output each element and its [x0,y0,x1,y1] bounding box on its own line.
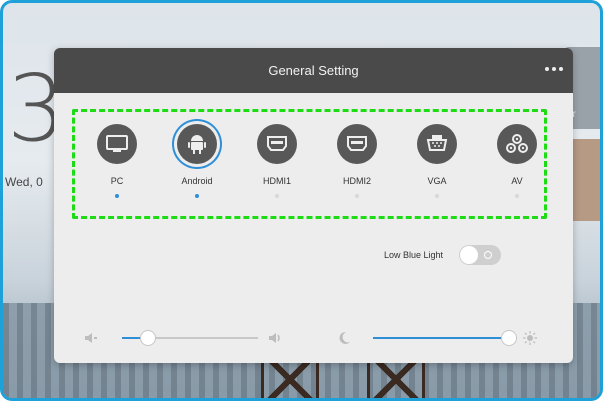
source-hdmi1[interactable]: HDMI1 [242,124,312,198]
volume-slider-row [84,328,294,348]
low-blue-light-row: Low Blue Light [384,245,502,265]
input-source-selector: PC Android HDMI1 HDMI2 VGA AV [72,109,547,219]
source-label: Android [181,176,213,186]
source-label: VGA [427,176,447,186]
source-indicator [355,194,359,198]
source-label: AV [511,176,523,186]
source-indicator [115,194,119,198]
source-av[interactable]: AV [482,124,552,198]
moon-icon [339,331,350,344]
dialog-header: General Setting [54,48,573,93]
source-label: PC [110,176,124,186]
desktop-screen: 3 Wed, 0 er General Setting PC [0,0,603,401]
source-android[interactable]: Android [162,124,232,198]
hdmi-icon [337,124,377,164]
low-blue-light-toggle[interactable] [459,245,502,265]
low-blue-light-label: Low Blue Light [384,250,444,260]
android-icon [177,124,217,164]
hdmi-icon [257,124,297,164]
source-vga[interactable]: VGA [402,124,472,198]
volume-thumb[interactable] [140,330,156,346]
brightness-thumb[interactable] [501,330,517,346]
volume-mute-icon [85,333,97,343]
toggle-off-icon [484,251,493,259]
brightness-slider-row [337,328,547,348]
brightness-fill [373,337,509,339]
sun-icon [523,331,537,345]
toggle-knob [460,246,479,264]
source-hdmi2[interactable]: HDMI2 [322,124,392,198]
source-indicator [435,194,439,198]
source-pc[interactable]: PC [82,124,152,198]
source-label: HDMI1 [262,176,291,186]
more-options-icon[interactable] [545,67,563,71]
background-date: Wed, 0 [5,175,43,189]
source-indicator [195,194,199,198]
source-indicator [515,194,519,198]
source-label: HDMI2 [342,176,371,186]
source-indicator [275,194,279,198]
vga-icon [417,124,457,164]
av-icon [497,124,537,164]
general-setting-dialog: General Setting PC Android HDMI1 HDMI2 V… [54,48,573,363]
dialog-title: General Setting [268,63,359,78]
monitor-icon [97,124,137,164]
volume-up-icon [269,333,280,343]
